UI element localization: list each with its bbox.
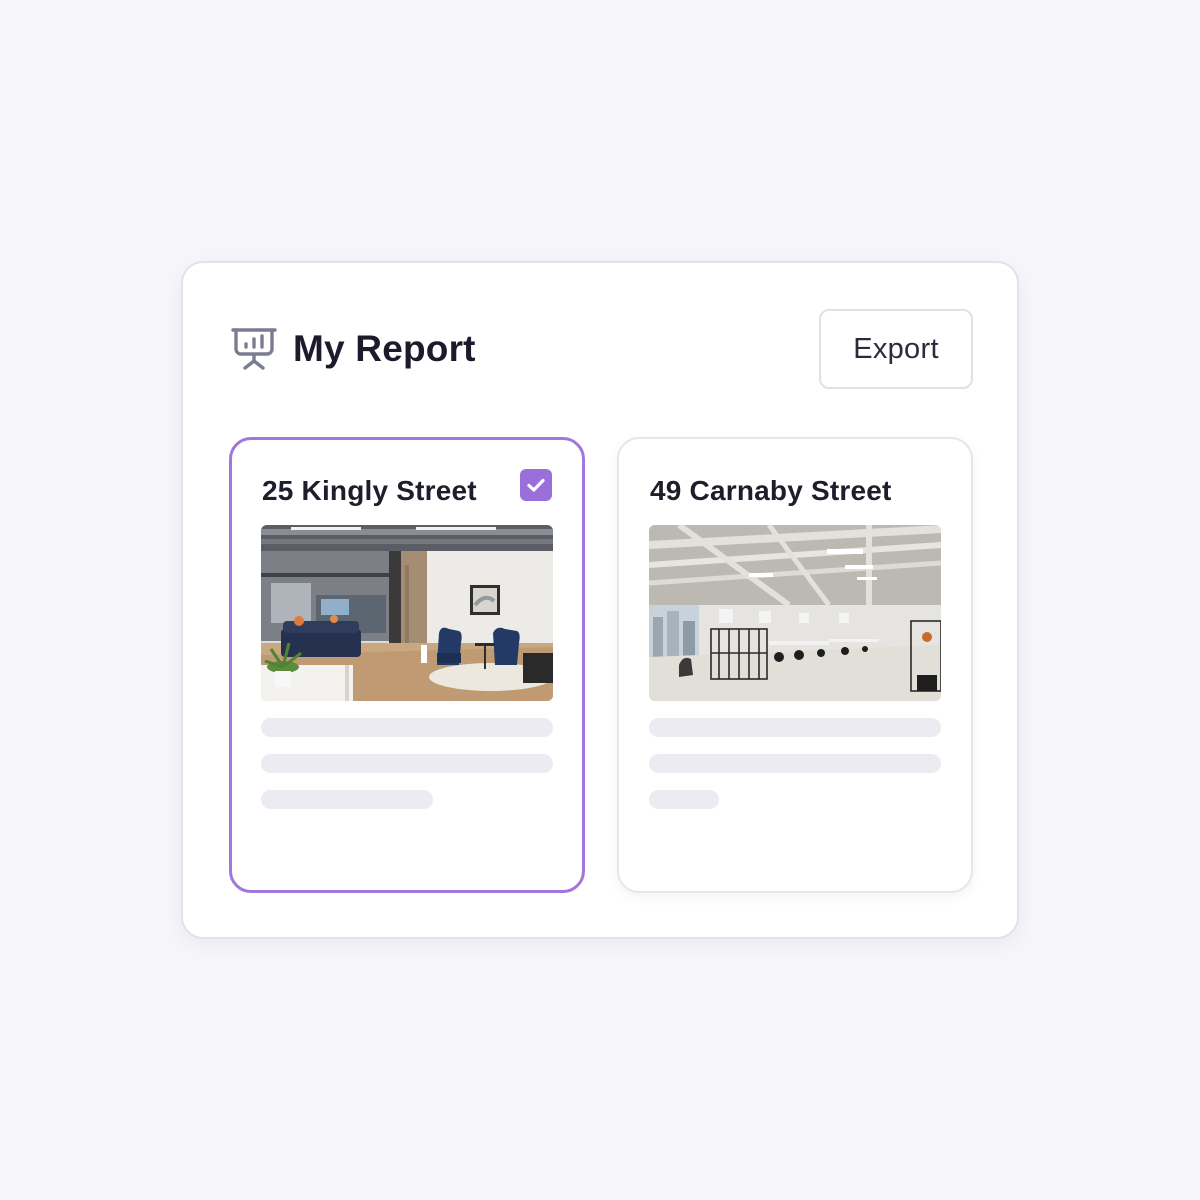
open-plan-office-photo [649, 525, 941, 701]
checkmark-icon [527, 478, 545, 492]
skeleton-line [649, 718, 941, 737]
skeleton-line [261, 718, 553, 737]
property-card-title: 25 Kingly Street [262, 475, 477, 506]
selected-checkbox[interactable] [520, 469, 552, 501]
report-panel: My Report Export 25 Kingly Street 49 Car… [181, 261, 1019, 939]
skeleton-line [261, 754, 553, 773]
property-card-25-kingly-street[interactable]: 25 Kingly Street [229, 437, 585, 893]
property-photo [649, 525, 941, 701]
property-photo [261, 525, 553, 701]
skeleton-line [649, 754, 941, 773]
skeleton-line [649, 790, 719, 809]
property-card-title: 49 Carnaby Street [650, 475, 892, 506]
office-lounge-photo [261, 525, 553, 701]
export-button[interactable]: Export [819, 309, 973, 389]
report-title: My Report [293, 328, 476, 369]
property-card-49-carnaby-street[interactable]: 49 Carnaby Street [617, 437, 973, 893]
presentation-chart-icon [231, 328, 277, 370]
skeleton-line [261, 790, 433, 809]
